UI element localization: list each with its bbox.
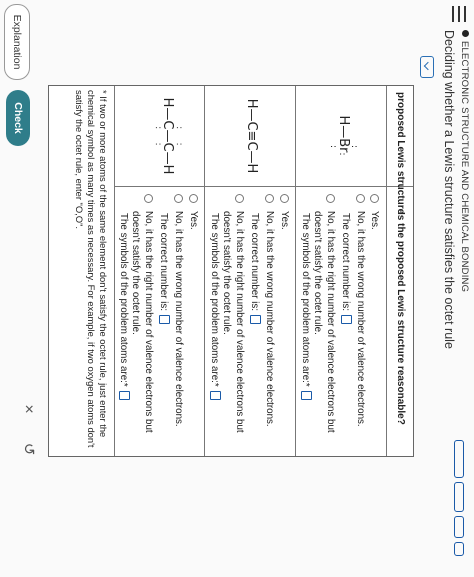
field-label: The correct number is: <box>340 213 351 312</box>
answer-input[interactable] <box>341 315 352 325</box>
explanation-button[interactable]: Explanation <box>4 4 30 80</box>
lone-pair-dots: ∶ <box>152 143 162 160</box>
field-label: The symbols of the problem atoms are:* <box>300 213 311 387</box>
col2-header: Is the proposed Lewis structure reasonab… <box>395 212 406 425</box>
option-yes[interactable]: Yes. <box>278 194 291 230</box>
atom-br: Br <box>336 138 351 153</box>
progress-segment <box>454 542 464 556</box>
radio-button[interactable] <box>280 194 289 203</box>
option-label: No, it has the wrong number of valence e… <box>355 211 366 427</box>
progress-indicator <box>452 440 464 560</box>
problem-atoms-field: The symbols of the problem atoms are:* <box>117 213 130 400</box>
atom-c: C <box>244 121 259 131</box>
option-label: Yes. <box>188 211 199 230</box>
lone-pair-dots: : <box>337 152 347 157</box>
option-label: Yes. <box>279 211 290 230</box>
option-label: No, it has the right number of valence e… <box>130 211 154 433</box>
field-label: The correct number is: <box>158 213 169 312</box>
progress-segment <box>454 516 464 538</box>
progress-segment <box>454 440 464 478</box>
progress-segment <box>454 482 464 512</box>
atom-c: C <box>160 142 175 152</box>
bond: — <box>244 108 259 122</box>
radio-button[interactable] <box>370 194 379 203</box>
answer-input[interactable] <box>250 315 261 325</box>
collapse-toggle[interactable] <box>420 56 434 78</box>
atom-h: H <box>160 97 175 108</box>
option-wrong-count[interactable]: No, it has the wrong number of valence e… <box>172 194 185 427</box>
structure-hcch: H—C≡C—H <box>244 86 259 186</box>
bond: — <box>160 151 175 165</box>
radio-button[interactable] <box>235 194 244 203</box>
option-yes[interactable]: Yes. <box>187 194 200 230</box>
lewis-table: proposed Lewis structure Is the proposed… <box>48 85 414 457</box>
field-label: The correct number is: <box>249 213 260 312</box>
stage: ELECTRONIC STRUCTURE AND CHEMICAL BONDIN… <box>0 0 474 577</box>
problem-atoms-field: The symbols of the problem atoms are:* <box>208 213 221 400</box>
correct-number-field: The correct number is: <box>157 213 170 325</box>
option-label: No, it has the right number of valence e… <box>312 211 336 433</box>
answer-input[interactable] <box>210 390 221 400</box>
undo-button[interactable]: ↺ <box>14 435 42 463</box>
bond: — <box>160 107 175 121</box>
answer-input[interactable] <box>119 390 130 400</box>
check-button[interactable]: Check <box>6 90 30 146</box>
action-bar: × ↺ <box>0 0 48 577</box>
page-title: Deciding whether a Lewis structure satis… <box>442 30 456 349</box>
option-wrong-count[interactable]: No, it has the wrong number of valence e… <box>263 194 276 427</box>
radio-button[interactable] <box>144 194 153 203</box>
option-right-count[interactable]: No, it has the right number of valence e… <box>129 194 155 444</box>
lone-pair-dots: : <box>349 144 359 150</box>
correct-number-field: The correct number is: <box>248 213 261 325</box>
radio-button[interactable] <box>174 194 183 203</box>
footnote: * If two or more atoms of the same eleme… <box>74 90 109 448</box>
option-label: No, it has the wrong number of valence e… <box>264 211 275 427</box>
triple-bond: ≡ <box>244 130 259 142</box>
answer-input[interactable] <box>159 315 170 325</box>
atom-h: H <box>244 98 259 109</box>
atom-h: H <box>160 164 175 175</box>
atom-h: H <box>244 163 259 174</box>
problem-atoms-field: The symbols of the problem atoms are:* <box>299 213 312 400</box>
bond: — <box>160 129 175 143</box>
correct-number-field: The correct number is: <box>339 213 352 325</box>
topic-label: ELECTRONIC STRUCTURE AND CHEMICAL BONDIN… <box>459 30 470 292</box>
col1-header: proposed Lewis structure <box>395 92 406 215</box>
topic-text: ELECTRONIC STRUCTURE AND CHEMICAL BONDIN… <box>459 41 470 293</box>
lone-pair-dots: ∶ <box>152 126 162 143</box>
atom-c: C <box>244 141 259 151</box>
answer-input[interactable] <box>301 390 312 400</box>
option-right-count[interactable]: No, it has the right number of valence e… <box>220 194 246 444</box>
field-label: The symbols of the problem atoms are:* <box>118 213 129 387</box>
option-label: No, it has the wrong number of valence e… <box>173 211 184 427</box>
radio-button[interactable] <box>265 194 274 203</box>
option-wrong-count[interactable]: No, it has the wrong number of valence e… <box>354 194 367 427</box>
structure-hcc-h: ∶∶ H—C—C—H ∶∶ <box>152 86 183 186</box>
radio-button[interactable] <box>356 194 365 203</box>
bond: — <box>244 150 259 164</box>
option-label: No, it has the right number of valence e… <box>221 211 245 433</box>
atom-h: H <box>336 115 351 126</box>
option-label: Yes. <box>369 211 380 230</box>
menu-icon[interactable] <box>452 6 466 22</box>
clear-button[interactable]: × <box>14 395 42 423</box>
option-right-count[interactable]: No, it has the right number of valence e… <box>311 194 337 444</box>
structure-hbr: : H—Br: : <box>328 86 359 186</box>
option-yes[interactable]: Yes. <box>368 194 381 230</box>
radio-button[interactable] <box>326 194 335 203</box>
topic-dot-icon <box>462 30 469 37</box>
bond: — <box>336 125 351 139</box>
field-label: The symbols of the problem atoms are:* <box>209 213 220 387</box>
atom-c: C <box>160 120 175 130</box>
radio-button[interactable] <box>189 194 198 203</box>
